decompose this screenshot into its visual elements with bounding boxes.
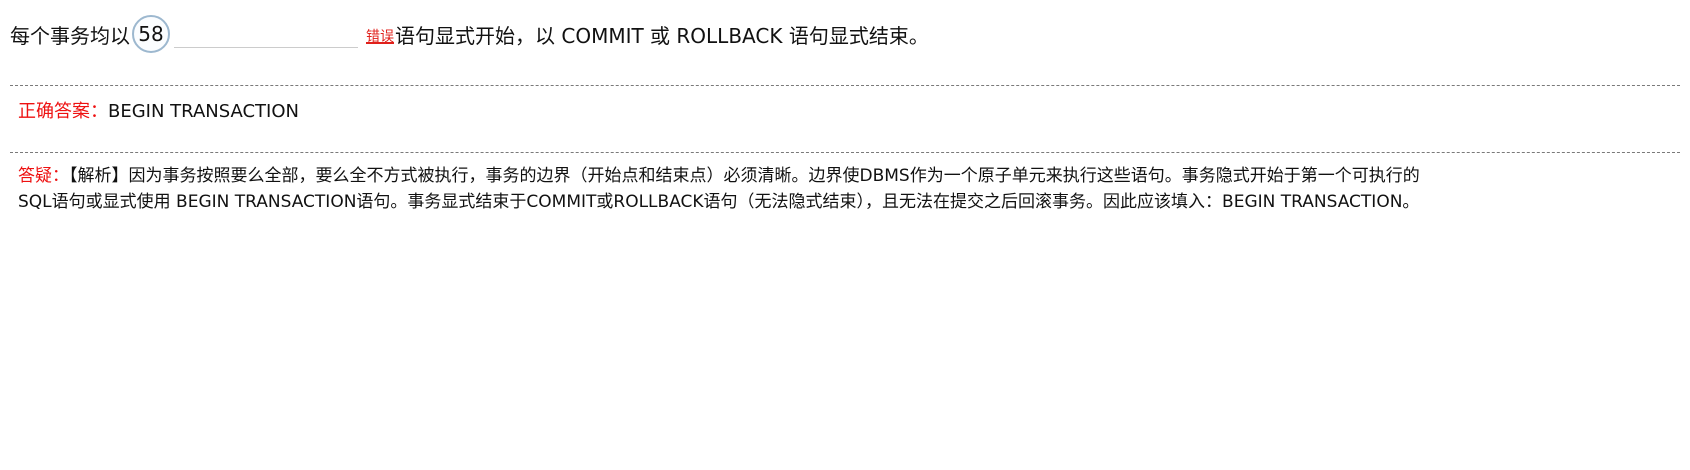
analysis-text-2: SQL语句或显式使用 BEGIN TRANSACTION语句。事务显式结束于CO… <box>18 192 1420 212</box>
correct-answer-label: 正确答案： <box>18 101 108 122</box>
question-suffix: 语句显式开始，以 COMMIT 或 ROLLBACK 语句显式结束。 <box>395 23 929 48</box>
correct-answer-row: 正确答案：BEGIN TRANSACTION <box>18 97 299 123</box>
question-number-badge: 58 <box>132 15 170 53</box>
dashed-divider <box>10 152 1680 153</box>
analysis-block: 答疑：【解析】因为事务按照要么全部，要么全不方式被执行，事务的边界（开始点和结束… <box>18 163 1678 215</box>
analysis-text-1: 【解析】因为事务按照要么全部，要么全不方式被执行，事务的边界（开始点和结束点）必… <box>69 166 1420 186</box>
analysis-line-1: 答疑：【解析】因为事务按照要么全部，要么全不方式被执行，事务的边界（开始点和结束… <box>18 163 1678 189</box>
question-row: 每个事务均以 58 错误 语句显式开始，以 COMMIT 或 ROLLBACK … <box>10 14 929 54</box>
answer-blank-input[interactable] <box>174 20 358 48</box>
correct-answer-value: BEGIN TRANSACTION <box>108 101 299 122</box>
question-prefix: 每个事务均以 <box>10 23 130 48</box>
analysis-label: 答疑： <box>18 166 69 186</box>
dashed-divider <box>10 85 1680 86</box>
wrong-mark: 错误 <box>366 29 394 45</box>
